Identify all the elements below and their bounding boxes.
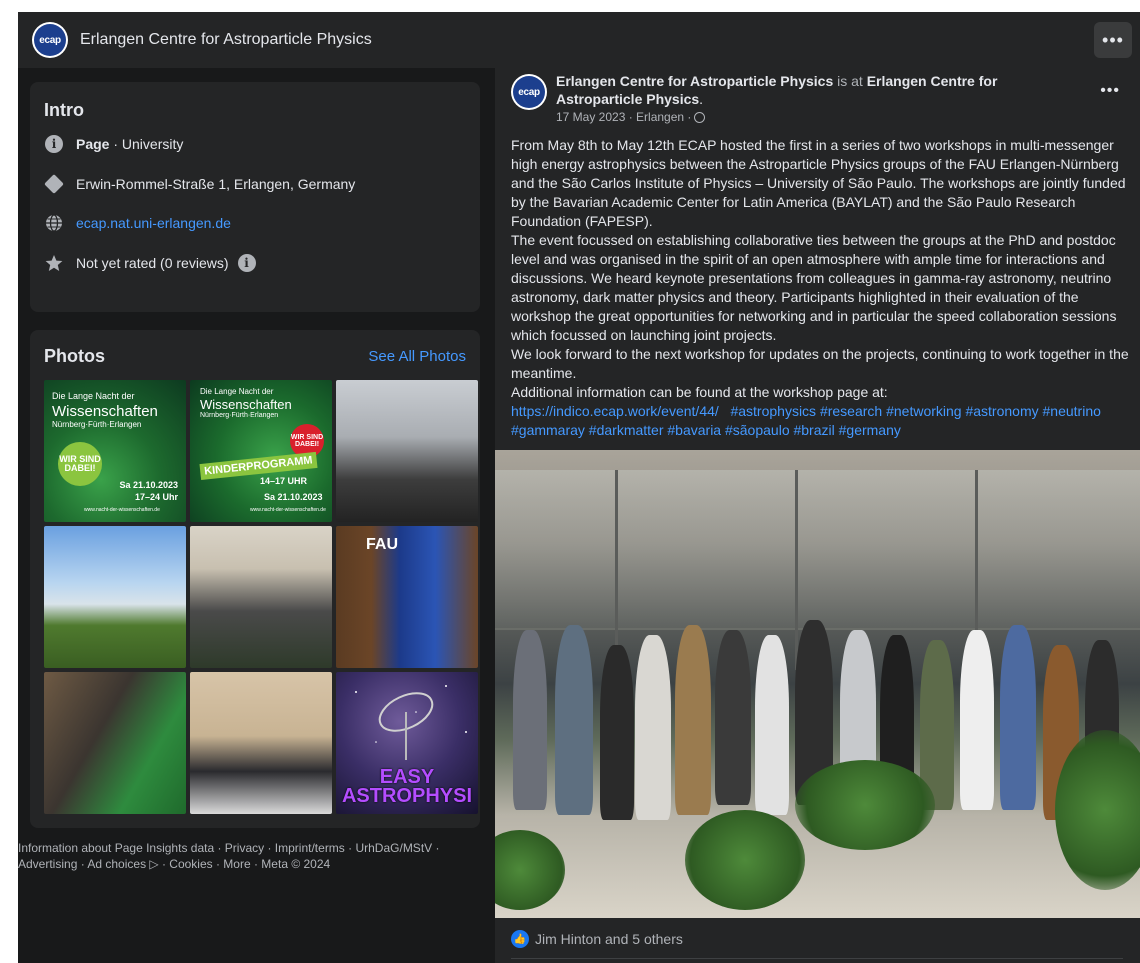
post-header: Erlangen Centre for Astroparticle Physic…: [556, 73, 998, 107]
photos-card: Photos See All Photos Die Lange Nacht de…: [30, 330, 480, 828]
post-paragraph: Additional information can be found at t…: [511, 384, 888, 400]
building-glass: [495, 470, 1140, 630]
photo-tile[interactable]: FAU: [336, 526, 478, 668]
group-photo[interactable]: [495, 450, 1140, 918]
window-mullion: [615, 470, 618, 670]
person: [755, 635, 789, 815]
post-card: ecap Erlangen Centre for Astroparticle P…: [495, 68, 1140, 963]
tile-badge: WIR SIND DABEI!: [58, 442, 102, 486]
tile-text: Sa 21.10.2023: [119, 480, 178, 490]
page-header: ecap Erlangen Centre for Astroparticle P…: [18, 12, 1140, 68]
tile-text: EASY ASTROPHYSI: [341, 766, 473, 807]
plant: [685, 810, 805, 910]
post-paragraph: The event focussed on establishing colla…: [511, 232, 1117, 343]
photo-tile[interactable]: [190, 526, 332, 668]
post-is-at: is at: [833, 73, 867, 89]
tile-text: Nürnberg·Fürth·Erlangen: [52, 420, 142, 429]
like-icon: 👍: [511, 930, 529, 948]
star-icon: [44, 253, 64, 273]
photo-tile[interactable]: [44, 672, 186, 814]
tile-text: Wissenschaften: [200, 397, 292, 412]
tile-text: Die Lange Nacht der: [200, 387, 274, 396]
post-divider: [511, 958, 1123, 959]
tile-text: 17–24 Uhr: [134, 492, 178, 502]
tile-text: www.nacht-der-wissenschaften.de: [250, 507, 326, 513]
ecap-logo-icon: ecap: [513, 76, 545, 108]
address-text: Erwin-Rommel-Straße 1, Erlangen, Germany: [76, 176, 356, 192]
photo-tile[interactable]: EASY ASTROPHYSI: [336, 672, 478, 814]
fau-logo: FAU: [366, 536, 398, 553]
intro-category: i Page · University: [44, 134, 183, 154]
post-paragraph: From May 8th to May 12th ECAP hosted the…: [511, 137, 1126, 229]
header-more-button[interactable]: •••: [1094, 22, 1132, 58]
person: [635, 635, 671, 820]
person: [1000, 625, 1036, 810]
address-diamond-icon: [44, 174, 64, 194]
post-more-button[interactable]: •••: [1100, 82, 1120, 100]
photo-grid: Die Lange Nacht der Wissenschaften Nürnb…: [44, 380, 478, 814]
workshop-link[interactable]: https://indico.ecap.work/event/44/: [511, 403, 719, 419]
reactions-text: Jim Hinton and 5 others: [535, 931, 683, 947]
ecap-logo-icon: ecap: [34, 24, 66, 56]
tile-text: www.nacht-der-wissenschaften.de: [84, 507, 160, 513]
photo-tile[interactable]: [190, 672, 332, 814]
intro-title: Intro: [44, 100, 84, 120]
post-meta: 17 May 2023 · Erlangen ·: [556, 110, 706, 124]
post-avatar[interactable]: ecap: [511, 74, 547, 110]
tile-text: Wissenschaften: [52, 403, 158, 420]
see-all-photos-link[interactable]: See All Photos: [368, 348, 466, 365]
person: [600, 645, 634, 820]
intro-card: Intro i Page · University Erwin-Rommel-S…: [30, 82, 480, 312]
rating-info-icon[interactable]: i: [237, 253, 257, 273]
tile-text: Die Lange Nacht der: [52, 391, 135, 401]
post-reactions[interactable]: 👍 Jim Hinton and 5 others: [511, 930, 683, 948]
plant: [1055, 730, 1140, 890]
person: [675, 625, 711, 815]
intro-website: ecap.nat.uni-erlangen.de: [44, 213, 231, 233]
person: [513, 630, 547, 810]
photos-title: Photos: [44, 346, 105, 366]
post-paragraph: We look forward to the next workshop for…: [511, 346, 1129, 381]
photo-tile[interactable]: Die Lange Nacht der Wissenschaften Nürnb…: [190, 380, 332, 522]
photo-tile[interactable]: [44, 526, 186, 668]
person: [960, 630, 994, 810]
tile-text: Nürnberg·Fürth·Erlangen: [200, 412, 279, 419]
page-logo[interactable]: ecap: [32, 22, 68, 58]
intro-rating: Not yet rated (0 reviews) i: [44, 253, 269, 273]
category-rest: · University: [109, 136, 184, 152]
tile-text: Sa 21.10.2023: [264, 492, 323, 502]
intro-address: Erwin-Rommel-Straße 1, Erlangen, Germany: [44, 174, 355, 194]
person: [555, 625, 593, 815]
public-globe-icon: [694, 111, 706, 123]
plant: [495, 830, 565, 910]
category-bold: Page: [76, 136, 110, 152]
tile-text: 14–17 UHR: [260, 476, 308, 486]
photo-tile[interactable]: Die Lange Nacht der Wissenschaften Nürnb…: [44, 380, 186, 522]
plant: [795, 760, 935, 850]
left-column: Intro i Page · University Erwin-Rommel-S…: [18, 68, 495, 963]
post-author-link[interactable]: Erlangen Centre for Astroparticle Physic…: [556, 73, 833, 89]
globe-icon: [44, 213, 64, 233]
post-date[interactable]: 17 May 2023 · Erlangen ·: [556, 110, 691, 124]
person: [715, 630, 751, 805]
page-footer[interactable]: Information about Page Insights data · P…: [18, 840, 488, 872]
info-icon: i: [44, 134, 64, 154]
photo-tile[interactable]: [336, 380, 478, 522]
page-title[interactable]: Erlangen Centre for Astroparticle Physic…: [80, 31, 372, 49]
post-body: From May 8th to May 12th ECAP hosted the…: [511, 136, 1131, 440]
window-mullion: [795, 470, 798, 670]
website-link[interactable]: ecap.nat.uni-erlangen.de: [76, 215, 231, 231]
rating-text: Not yet rated (0 reviews): [76, 255, 229, 271]
